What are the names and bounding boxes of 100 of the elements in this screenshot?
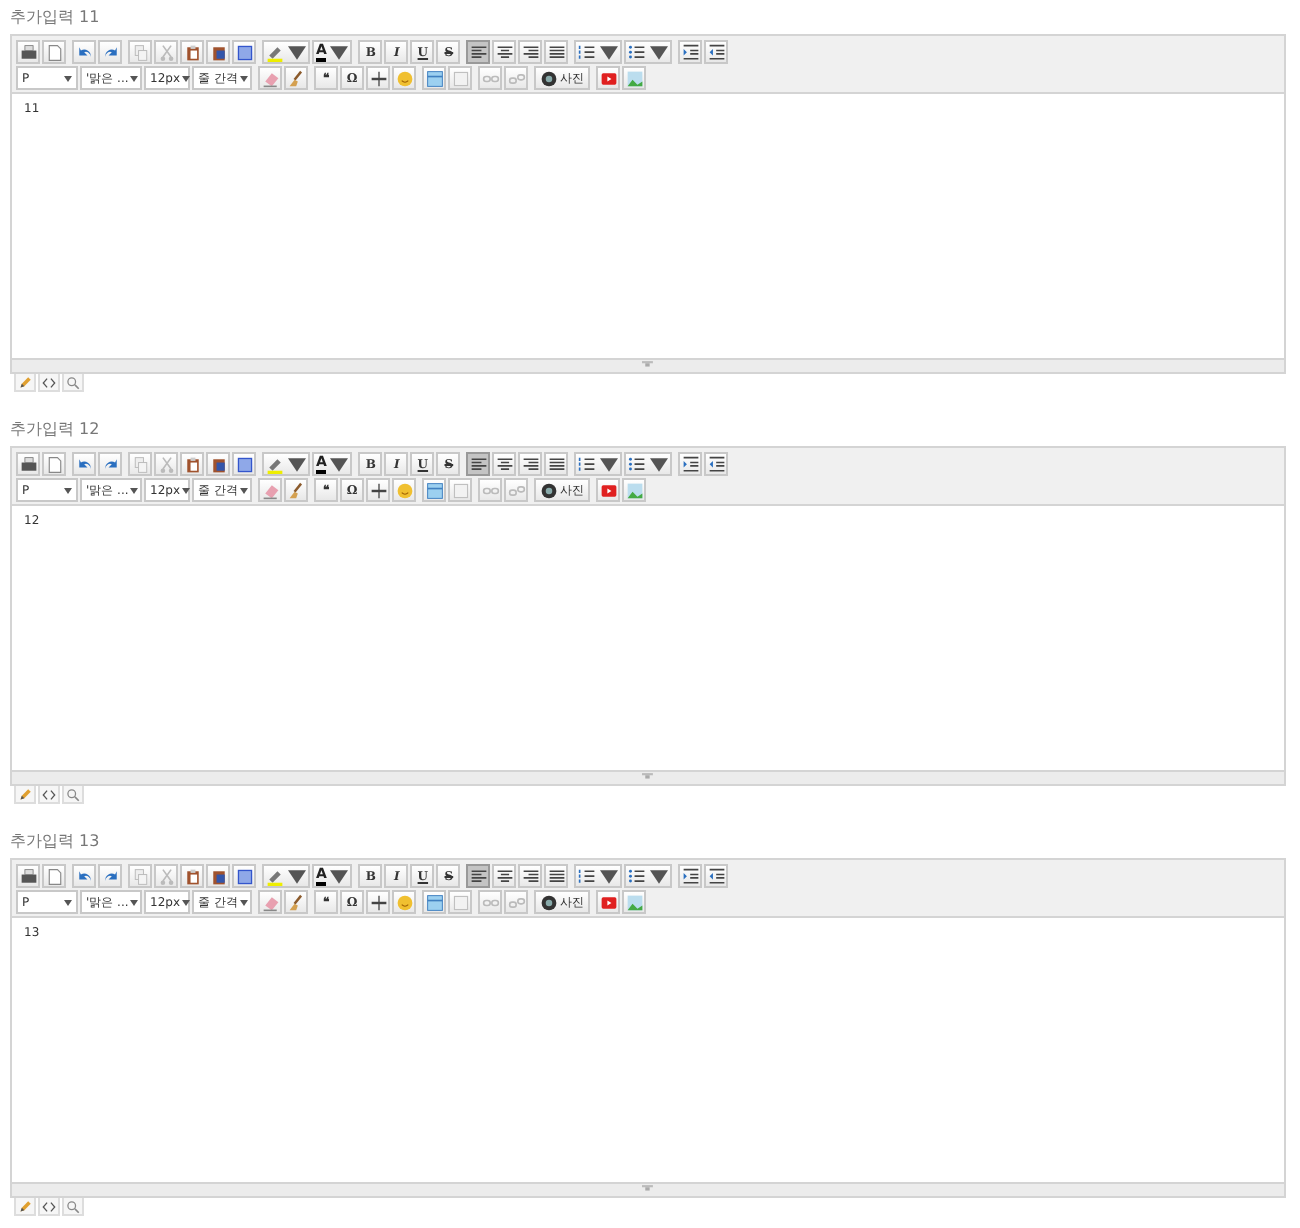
bullet-list-icon: [628, 455, 647, 473]
align-justify-icon: [547, 867, 566, 885]
format-painter-button[interactable]: [284, 890, 308, 914]
print-button[interactable]: [16, 452, 40, 476]
image-icon: [625, 893, 643, 911]
new-document-button[interactable]: [42, 452, 66, 476]
bullet-list-button[interactable]: [624, 452, 673, 476]
paste-word-button[interactable]: [206, 864, 230, 888]
new-document-button[interactable]: [42, 40, 66, 64]
preview-mode-tab[interactable]: [62, 1198, 84, 1216]
undo-button[interactable]: [72, 452, 96, 476]
align-right-button[interactable]: [518, 452, 543, 476]
justify-button[interactable]: [544, 452, 569, 476]
video-button[interactable]: [596, 66, 620, 90]
align-left-button[interactable]: [466, 40, 491, 64]
brush-icon: [287, 69, 305, 87]
align-center-button[interactable]: [492, 40, 517, 64]
redo-button[interactable]: [98, 40, 122, 64]
align-center-icon: [495, 455, 514, 473]
align-left-button[interactable]: [466, 452, 491, 476]
paste-button[interactable]: [180, 40, 204, 64]
video-button[interactable]: [596, 478, 620, 502]
numbered-list-button[interactable]: [574, 40, 623, 64]
caret-icon: [130, 487, 139, 493]
select-all-icon: [235, 867, 253, 885]
undo-icon: [75, 455, 93, 473]
align-right-button[interactable]: [518, 40, 543, 64]
highlight-button[interactable]: [262, 40, 310, 64]
table-button[interactable]: [422, 478, 446, 502]
paste-button[interactable]: [180, 452, 204, 476]
align-center-button[interactable]: [492, 452, 517, 476]
table-button[interactable]: [422, 66, 446, 90]
box-icon: [451, 893, 469, 911]
outdent-button[interactable]: [704, 452, 729, 476]
redo-button[interactable]: [98, 452, 122, 476]
caret-icon: [64, 899, 72, 905]
highlight-button[interactable]: [262, 864, 310, 888]
eraser-icon: [261, 481, 279, 499]
paste-word-button[interactable]: [206, 40, 230, 64]
html-mode-tab[interactable]: [38, 1198, 60, 1216]
numbered-list-button[interactable]: [574, 452, 623, 476]
format-painter-button[interactable]: [284, 66, 308, 90]
bullet-list-button[interactable]: [624, 40, 673, 64]
preview-mode-tab[interactable]: [62, 374, 84, 392]
html-mode-tab[interactable]: [38, 786, 60, 804]
document-icon: [45, 867, 63, 885]
copy-icon: [131, 43, 149, 61]
bullet-list-button[interactable]: [624, 864, 673, 888]
html-mode-tab[interactable]: [38, 374, 60, 392]
bullet-list-icon: [628, 43, 647, 61]
align-center-button[interactable]: [492, 864, 517, 888]
preview-mode-tab[interactable]: [62, 786, 84, 804]
horizontal-rule-button[interactable]: [366, 66, 390, 90]
brush-icon: [287, 893, 305, 911]
undo-button[interactable]: [72, 864, 96, 888]
indent-button[interactable]: [678, 864, 703, 888]
select-all-button[interactable]: [232, 864, 256, 888]
highlighter-icon: [266, 43, 284, 61]
align-left-icon: [469, 455, 488, 473]
caret-icon: [239, 487, 248, 493]
caret-icon: [330, 43, 349, 61]
new-document-button[interactable]: [42, 864, 66, 888]
numbered-list-button[interactable]: [574, 864, 623, 888]
undo-button[interactable]: [72, 40, 96, 64]
highlight-button[interactable]: [262, 452, 310, 476]
select-all-button[interactable]: [232, 452, 256, 476]
caret-icon: [288, 867, 306, 885]
indent-button[interactable]: [678, 40, 703, 64]
justify-button[interactable]: [544, 40, 569, 64]
table-button[interactable]: [422, 890, 446, 914]
eraser-icon: [261, 893, 279, 911]
printer-icon: [19, 455, 37, 473]
video-button[interactable]: [596, 890, 620, 914]
image-icon: [625, 69, 643, 87]
print-button[interactable]: [16, 864, 40, 888]
print-button[interactable]: [16, 40, 40, 64]
horizontal-rule-button[interactable]: [366, 890, 390, 914]
paste-button[interactable]: [180, 864, 204, 888]
field-label: 추가입력 11: [10, 8, 100, 28]
paste-word-button[interactable]: [206, 452, 230, 476]
caret-icon: [239, 75, 248, 81]
caret-icon: [650, 455, 669, 473]
select-all-button[interactable]: [232, 40, 256, 64]
align-left-icon: [469, 867, 488, 885]
align-left-button[interactable]: [466, 864, 491, 888]
printer-icon: [19, 43, 37, 61]
format-painter-button[interactable]: [284, 478, 308, 502]
justify-button[interactable]: [544, 864, 569, 888]
outdent-button[interactable]: [704, 40, 729, 64]
align-right-icon: [521, 43, 540, 61]
outdent-icon: [707, 43, 726, 61]
align-right-button[interactable]: [518, 864, 543, 888]
caret-icon: [239, 899, 248, 905]
outdent-button[interactable]: [704, 864, 729, 888]
horizontal-rule-button[interactable]: [366, 478, 390, 502]
align-left-icon: [469, 43, 488, 61]
caret-icon: [600, 455, 619, 473]
redo-button[interactable]: [98, 864, 122, 888]
copy-icon: [131, 455, 149, 473]
indent-button[interactable]: [678, 452, 703, 476]
